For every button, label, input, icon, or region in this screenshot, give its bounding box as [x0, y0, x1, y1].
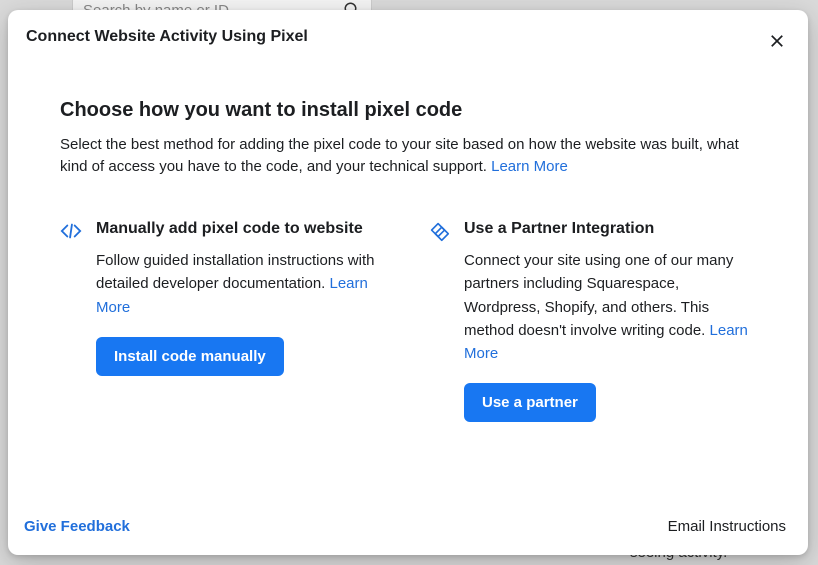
option-partner-description: Connect your site using one of our many … [464, 249, 756, 365]
install-options: Manually add pixel code to website Follo… [60, 218, 756, 423]
option-manual-description: Follow guided installation instructions … [96, 249, 388, 319]
option-manual: Manually add pixel code to website Follo… [60, 218, 388, 423]
give-feedback-link[interactable]: Give Feedback [24, 518, 130, 535]
section-heading: Choose how you want to install pixel cod… [60, 99, 756, 122]
option-partner: Use a Partner Integration Connect your s… [428, 218, 756, 423]
partner-icon [428, 220, 450, 242]
modal-footer: Give Feedback Email Instructions [8, 504, 808, 555]
modal-title: Connect Website Activity Using Pixel [26, 28, 308, 46]
modal-body: Choose how you want to install pixel cod… [8, 63, 808, 504]
option-partner-title: Use a Partner Integration [464, 218, 756, 240]
section-description: Select the best method for adding the pi… [60, 134, 756, 178]
use-partner-button[interactable]: Use a partner [464, 383, 596, 422]
email-instructions-button[interactable]: Email Instructions [668, 518, 786, 535]
modal-header: Connect Website Activity Using Pixel [8, 10, 808, 63]
option-manual-content: Manually add pixel code to website Follo… [96, 218, 388, 376]
code-icon [60, 220, 82, 242]
option-partner-description-text: Connect your site using one of our many … [464, 252, 733, 339]
section-description-text: Select the best method for adding the pi… [60, 136, 739, 175]
pixel-install-modal: Connect Website Activity Using Pixel Cho… [8, 10, 808, 555]
close-icon [768, 32, 786, 50]
close-button[interactable] [764, 28, 790, 57]
option-partner-content: Use a Partner Integration Connect your s… [464, 218, 756, 423]
option-manual-title: Manually add pixel code to website [96, 218, 388, 240]
install-manually-button[interactable]: Install code manually [96, 337, 284, 376]
learn-more-link-main[interactable]: Learn More [491, 158, 568, 175]
